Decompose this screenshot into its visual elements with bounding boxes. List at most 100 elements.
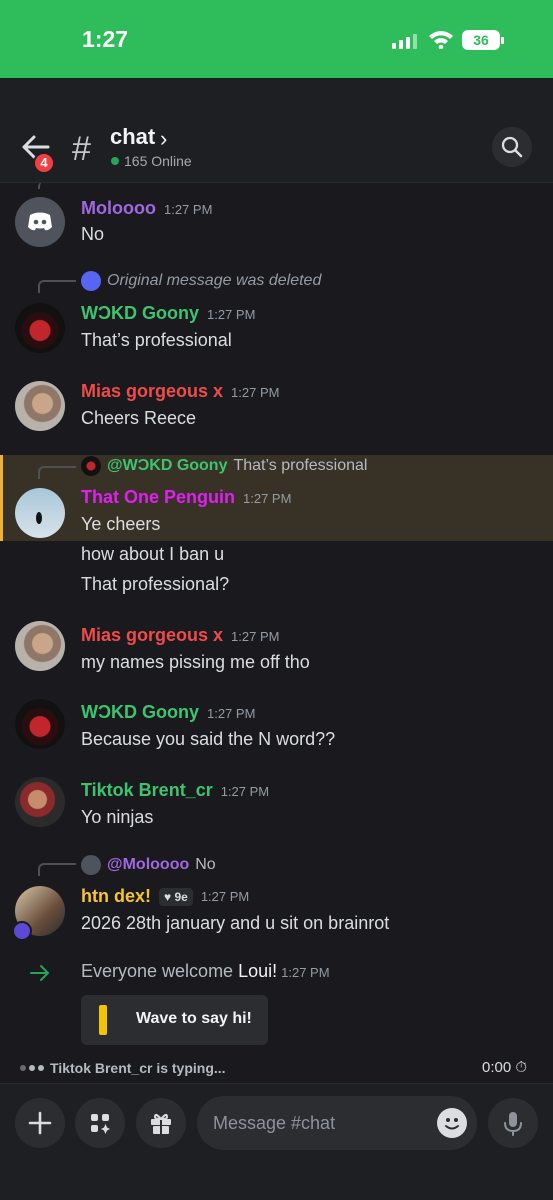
avatar[interactable] <box>15 621 65 671</box>
message-author[interactable]: WϽKD Goony 1:27 PM <box>81 303 255 324</box>
cellular-signal-icon <box>392 34 417 49</box>
timestamp: 1:27 PM <box>206 706 256 721</box>
timestamp: 1:27 PM <box>206 307 256 322</box>
timer-text: 0:00 <box>482 1059 512 1076</box>
typing-indicator: Tiktok Brent_cr is typing... <box>20 1060 226 1076</box>
author-name[interactable]: Mias gorgeous x <box>81 381 223 401</box>
author-name[interactable]: WϽKD Goony <box>81 702 199 722</box>
typing-text: Tiktok Brent_cr is typing... <box>50 1060 226 1076</box>
guild-tag: 9e <box>174 889 188 904</box>
message-text: 2026 28th january and u sit on brainrot <box>81 913 390 933</box>
status-bar: 1:27 36 <box>0 0 553 78</box>
search-icon <box>501 136 523 158</box>
message-text: Yo ninjas <box>81 807 154 827</box>
discord-logo-icon <box>81 855 101 875</box>
message-text: Ye cheers <box>81 514 161 534</box>
author-name[interactable]: That One Penguin <box>81 487 235 507</box>
system-message: Everyone welcome Loui! 1:27 PM <box>81 961 330 982</box>
message-text: my names pissing me off tho <box>81 652 310 672</box>
guild-tag-badge[interactable]: ♥ 9e <box>159 887 193 906</box>
status-time: 1:27 <box>82 26 129 52</box>
reply-connector <box>38 863 76 876</box>
online-count: 165 Online <box>111 153 192 169</box>
message-input[interactable] <box>197 1096 477 1150</box>
plus-icon <box>28 1111 52 1135</box>
apps-button[interactable] <box>75 1098 125 1148</box>
heart-icon: ♥ <box>164 889 172 904</box>
avatar[interactable] <box>15 197 65 247</box>
timestamp: 1:27 PM <box>163 202 213 217</box>
apps-icon <box>91 1114 110 1134</box>
wave-sticker-icon <box>99 1005 107 1035</box>
gift-icon <box>151 1113 171 1134</box>
online-count-text: 165 Online <box>124 153 192 169</box>
author-name[interactable]: htn dex! <box>81 886 151 907</box>
avatar[interactable] <box>15 777 65 827</box>
smiley-icon <box>445 1118 459 1130</box>
author-name[interactable]: Tiktok Brent_cr <box>81 780 213 800</box>
unread-badge: 4 <box>33 152 55 174</box>
avatar[interactable] <box>15 381 65 431</box>
message-author[interactable]: Tiktok Brent_cr 1:27 PM <box>81 780 269 801</box>
message-author[interactable]: Mias gorgeous x 1:27 PM <box>81 625 279 646</box>
message-author[interactable]: htn dex! ♥ 9e 1:27 PM <box>81 886 249 907</box>
message-text: Because you said the N word?? <box>81 729 336 749</box>
reply-avatar <box>81 456 101 476</box>
timestamp: 1:27 PM <box>220 784 270 799</box>
chevron-right-icon[interactable]: › <box>160 126 167 152</box>
joined-user[interactable]: Loui! <box>238 961 277 981</box>
wave-button[interactable]: Wave to say hi! <box>81 995 268 1045</box>
reply-preview[interactable]: Original message was deleted <box>81 271 321 291</box>
avatar-decoration-icon <box>12 921 32 941</box>
voice-message-button[interactable] <box>488 1098 538 1148</box>
microphone-icon <box>504 1112 522 1136</box>
message-author[interactable]: Mias gorgeous x 1:27 PM <box>81 381 279 402</box>
slowmode-timer: 0:00 ⏱ <box>482 1059 527 1076</box>
avatar[interactable] <box>15 488 65 538</box>
system-prefix: Everyone welcome <box>81 961 239 981</box>
discord-logo-icon <box>81 271 101 291</box>
author-name[interactable]: Moloooo <box>81 198 156 218</box>
timestamp: 1:27 PM <box>231 385 280 400</box>
search-button[interactable] <box>492 127 532 167</box>
gift-button[interactable] <box>136 1098 186 1148</box>
avatar[interactable] <box>15 303 65 353</box>
reply-connector <box>38 280 76 293</box>
timestamp: 1:27 PM <box>243 491 292 506</box>
message-text: That’s professional <box>81 330 232 350</box>
penguin-image <box>36 512 42 524</box>
stopwatch-icon: ⏱ <box>515 1059 528 1076</box>
reply-connector <box>38 183 76 189</box>
message-text: how about I ban u <box>81 544 225 564</box>
join-arrow-icon <box>30 965 50 981</box>
reply-text: No <box>195 856 216 873</box>
reply-author: @Moloooo <box>107 856 190 873</box>
message-text: That professional? <box>81 574 230 594</box>
message-author[interactable]: Moloooo 1:27 PM <box>81 198 212 219</box>
message-list[interactable]: Moloooo 1:27 PM No Original message was d… <box>0 183 553 1083</box>
channel-name[interactable]: chat <box>110 124 155 150</box>
author-name[interactable]: WϽKD Goony <box>81 303 199 323</box>
online-dot-icon <box>111 157 119 165</box>
timestamp: 1:27 PM <box>200 889 250 904</box>
reply-preview[interactable]: @Moloooo No <box>81 855 216 875</box>
timestamp: 1:27 PM <box>281 965 330 980</box>
message-text: Cheers Reece <box>81 408 197 428</box>
channel-header: 4 # chat › 165 Online <box>0 78 553 183</box>
discord-logo-icon <box>28 212 52 231</box>
author-name[interactable]: Mias gorgeous x <box>81 625 223 645</box>
message-author[interactable]: WϽKD Goony 1:27 PM <box>81 702 255 723</box>
message-text: No <box>81 224 105 244</box>
emoji-button[interactable] <box>437 1108 467 1138</box>
hash-icon: # <box>72 130 91 168</box>
battery-icon: 36 <box>462 30 504 50</box>
reply-preview[interactable]: @WϽKD Goony That’s professional <box>81 456 367 476</box>
avatar[interactable] <box>15 699 65 749</box>
reply-connector <box>38 466 76 479</box>
timestamp: 1:27 PM <box>231 629 280 644</box>
wifi-icon <box>429 31 453 49</box>
message-author[interactable]: That One Penguin 1:27 PM <box>81 487 291 508</box>
typing-dots-icon <box>20 1065 44 1071</box>
add-attachment-button[interactable] <box>15 1098 65 1148</box>
wave-label: Wave to say hi! <box>136 1010 252 1027</box>
